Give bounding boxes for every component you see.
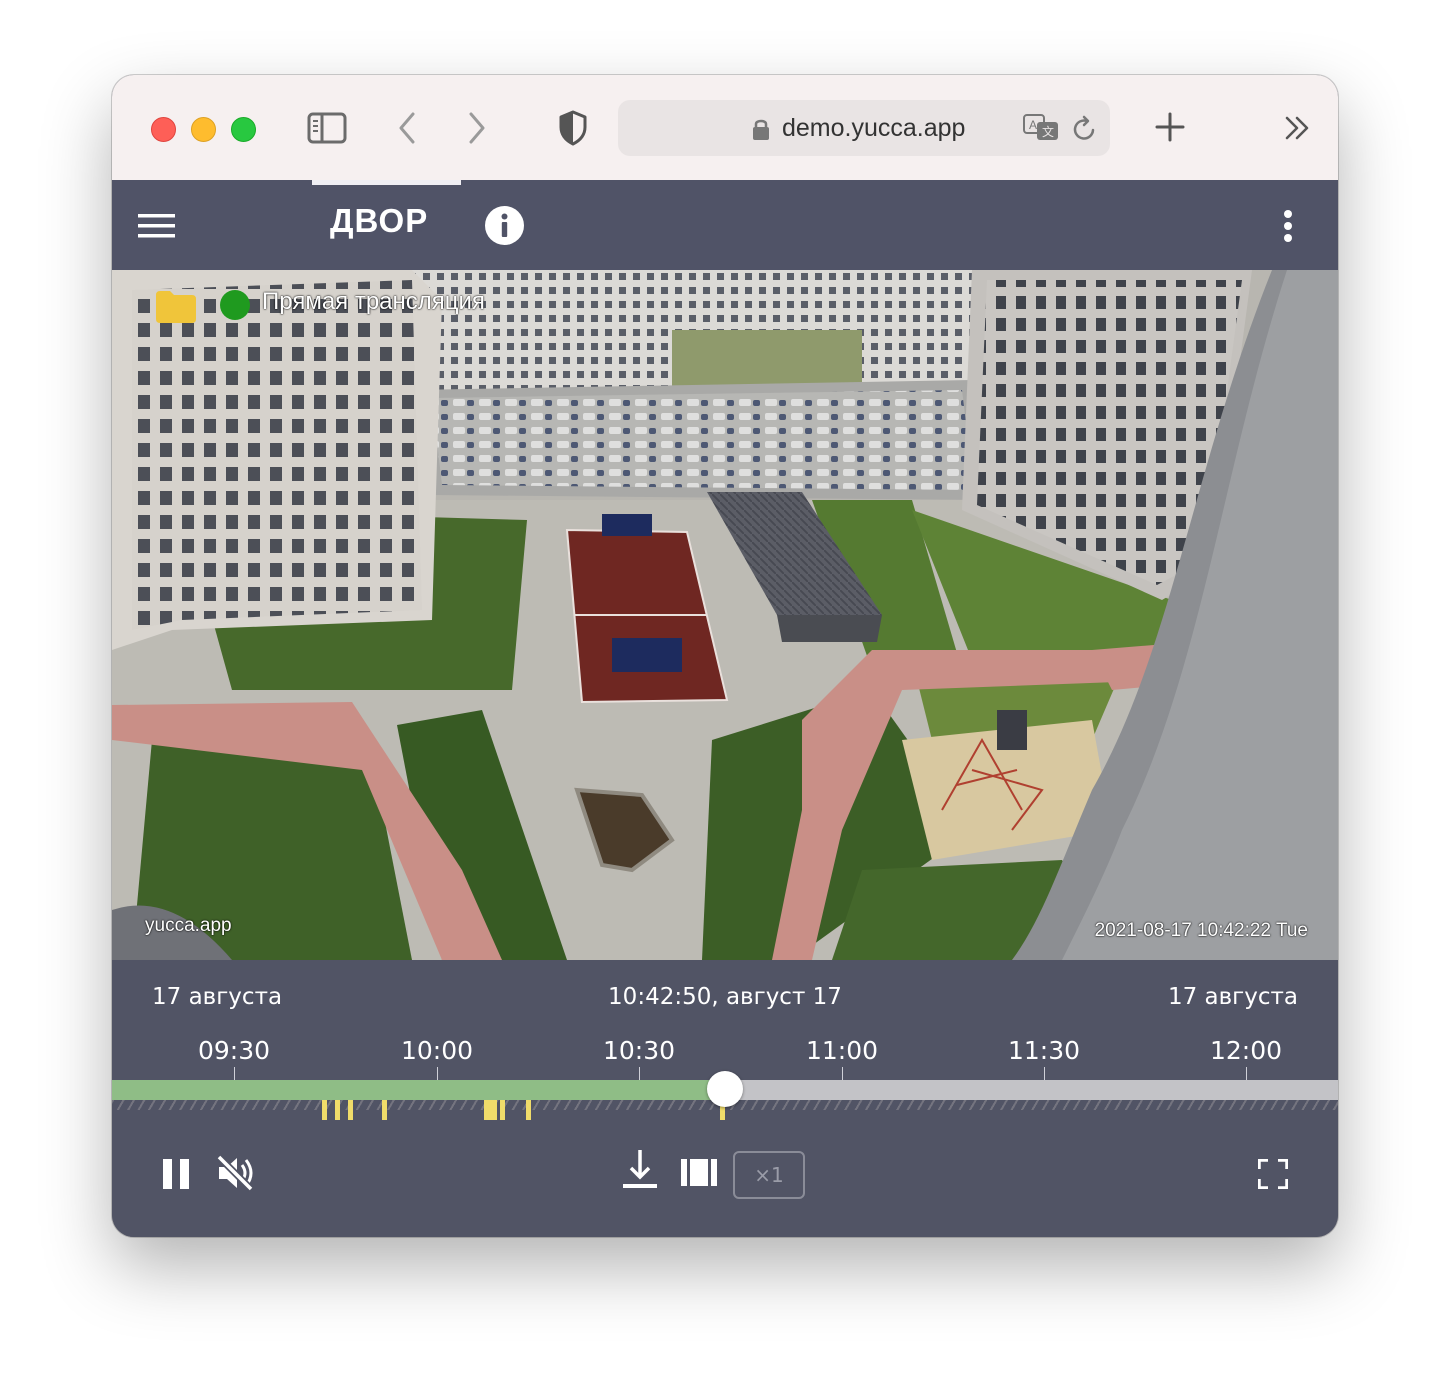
tick-label: 10:00 [400, 1036, 474, 1065]
tick-mark [842, 1067, 843, 1080]
video-timestamp: 2021-08-17 10:42:22 Tue [1094, 920, 1308, 941]
motion-event-marker[interactable] [348, 1100, 353, 1120]
kebab-icon[interactable] [1280, 208, 1296, 244]
address-bar[interactable]: demo.yucca.app A 文 [618, 100, 1110, 156]
tick-mark [1044, 1067, 1045, 1080]
tick-mark [437, 1067, 438, 1080]
motion-event-marker[interactable] [335, 1100, 340, 1120]
minimize-window-button[interactable] [191, 117, 216, 142]
tick-mark [639, 1067, 640, 1080]
menu-icon[interactable] [138, 212, 176, 240]
film-icon[interactable] [681, 1159, 717, 1186]
fullscreen-icon[interactable] [1258, 1159, 1288, 1189]
url-text: demo.yucca.app [782, 114, 966, 142]
download-icon[interactable] [623, 1150, 657, 1190]
tick-mark [234, 1067, 235, 1080]
timeline-current-time: 10:42:50, август 17 [608, 984, 842, 1010]
folder-icon[interactable] [156, 291, 196, 323]
playback-speed-button[interactable]: ×1 [733, 1151, 805, 1199]
shield-icon[interactable] [558, 110, 588, 146]
back-icon[interactable] [397, 111, 417, 145]
sidebar-icon[interactable] [307, 112, 347, 144]
live-status-label: Прямая трансляция [262, 288, 485, 315]
forward-icon[interactable] [467, 111, 487, 145]
pause-icon[interactable] [163, 1159, 190, 1189]
motion-event-marker[interactable] [526, 1100, 531, 1120]
tick-label: 11:30 [1007, 1036, 1081, 1065]
reload-icon[interactable] [1072, 115, 1098, 143]
browser-window: demo.yucca.app A 文 ДВОР Прямая трансляци… [112, 75, 1338, 1237]
new-tab-icon[interactable] [1155, 112, 1185, 142]
courtyard-scene [112, 270, 1338, 960]
timeline-panel: 17 августа 10:42:50, август 17 17 август… [112, 960, 1338, 1237]
camera-title: ДВОР [330, 202, 429, 239]
timeline-date-right: 17 августа [1167, 984, 1298, 1010]
mute-icon[interactable] [215, 1153, 255, 1193]
more-tabs-icon[interactable] [1284, 115, 1312, 141]
live-status-dot [220, 290, 250, 320]
svg-text:文: 文 [1042, 124, 1054, 139]
motion-event-marker[interactable] [484, 1100, 497, 1120]
lock-icon [753, 119, 769, 140]
app-header: ДВОР [112, 180, 1338, 270]
motion-event-marker[interactable] [382, 1100, 387, 1120]
motion-event-marker[interactable] [322, 1100, 327, 1120]
zoom-window-button[interactable] [231, 117, 256, 142]
tick-label: 12:00 [1209, 1036, 1283, 1065]
tick-label: 09:30 [197, 1036, 271, 1065]
motion-event-marker[interactable] [500, 1100, 505, 1120]
camera-video[interactable]: Прямая трансляция yucca.app 2021-08-17 1… [112, 270, 1338, 960]
tick-label: 11:00 [805, 1036, 879, 1065]
svg-text:A: A [1029, 118, 1037, 132]
tick-mark [1246, 1067, 1247, 1080]
info-icon[interactable] [484, 205, 525, 246]
timeline-scrubber-handle[interactable] [707, 1071, 743, 1107]
browser-toolbar: demo.yucca.app A 文 [112, 75, 1338, 180]
active-tab-indicator [312, 180, 461, 185]
video-watermark: yucca.app [145, 915, 232, 936]
close-window-button[interactable] [151, 117, 176, 142]
tick-label: 10:30 [602, 1036, 676, 1065]
timeline-played-range[interactable] [112, 1080, 725, 1100]
translate-icon[interactable]: A 文 [1022, 113, 1060, 143]
